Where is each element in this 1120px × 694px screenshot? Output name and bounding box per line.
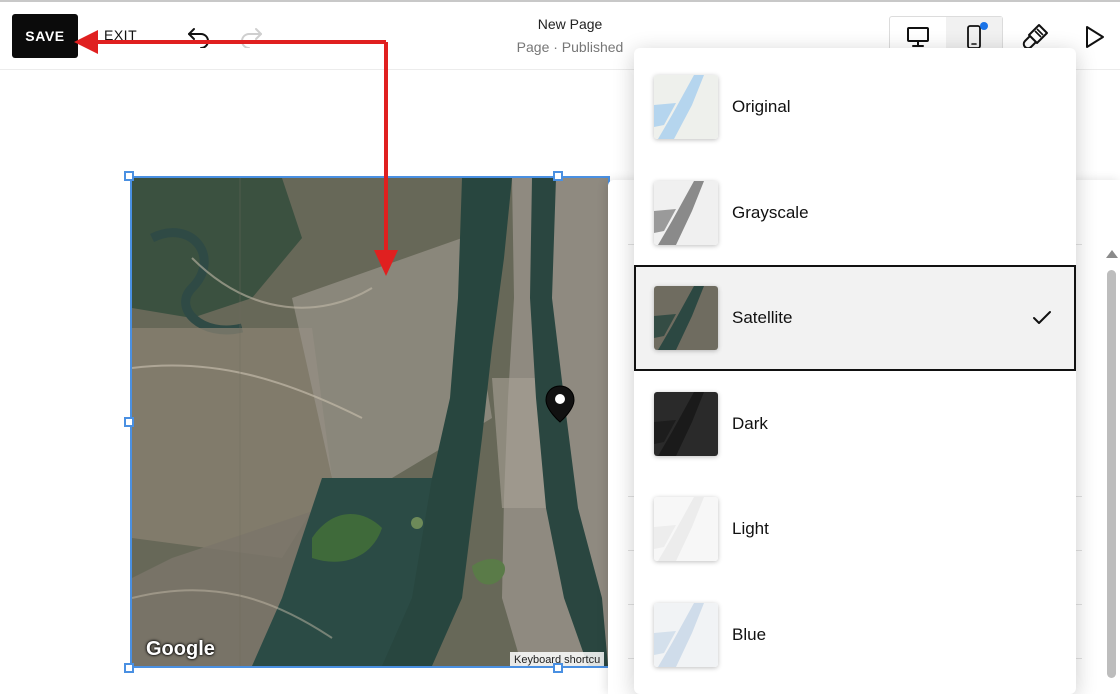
option-label: Grayscale [732,203,809,222]
thumbnail-light [654,497,718,561]
option-label: Satellite [732,308,793,327]
map-style-option-light[interactable]: Light [634,476,1076,582]
exit-button[interactable]: EXIT [104,27,137,43]
map-style-option-dark[interactable]: Dark [634,371,1076,477]
resize-handle-left[interactable] [124,417,134,427]
scroll-up-arrow[interactable] [1106,250,1118,258]
thumbnail-satellite [654,286,718,350]
option-label: Light [732,519,769,538]
thumbnail-blue [654,603,718,667]
resize-handle-bottom[interactable] [553,663,563,673]
save-button[interactable]: SAVE [12,14,78,58]
thumbnail-grayscale [654,181,718,245]
redo-icon[interactable] [238,24,264,48]
map-pin-icon[interactable] [544,384,576,424]
panel-scrollbar[interactable] [1104,250,1120,690]
option-label: Blue [732,625,767,644]
option-label: Original [732,97,791,116]
paintbrush-icon[interactable] [1022,22,1050,50]
map-block[interactable]: Google Keyboard shortcu [130,176,610,668]
checkmark-icon [1033,311,1051,324]
map-style-option-grayscale[interactable]: Grayscale [634,160,1076,266]
satellite-map[interactable] [132,178,608,666]
thumbnail-original [654,75,718,139]
map-style-option-original[interactable]: Original [634,54,1076,160]
desktop-icon [907,27,929,47]
option-label: Dark [732,414,768,433]
google-logo: Google [146,638,215,660]
notification-dot [980,22,988,30]
map-style-option-blue[interactable]: Blue [634,582,1076,688]
scroll-thumb[interactable] [1107,270,1116,678]
undo-icon[interactable] [186,24,212,48]
resize-handle-bottom-left[interactable] [124,663,134,673]
page-title: New Page [537,16,603,32]
map-style-option-satellite[interactable]: Satellite [634,265,1076,371]
resize-handle-top[interactable] [553,171,563,181]
play-icon[interactable] [1082,24,1106,50]
resize-handle-top-left[interactable] [124,171,134,181]
map-style-dropdown: Original Grayscale Satellite Dark Light … [634,48,1076,694]
thumbnail-dark [654,392,718,456]
